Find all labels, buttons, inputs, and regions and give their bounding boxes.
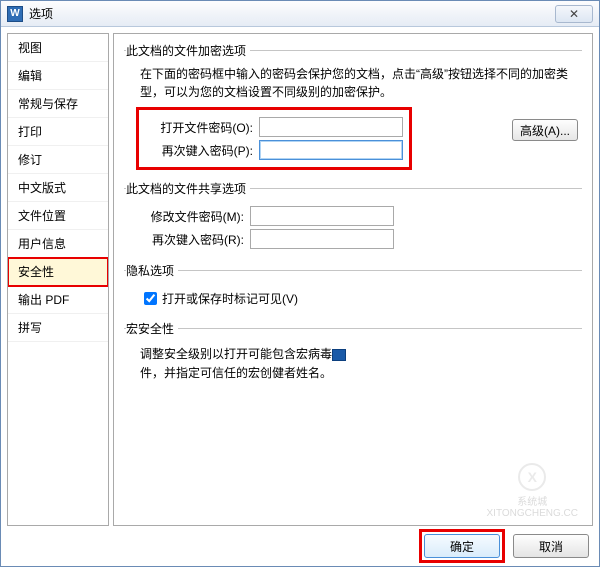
sidebar-item-print[interactable]: 打印 — [8, 118, 108, 146]
sidebar-item-revision[interactable]: 修订 — [8, 146, 108, 174]
cancel-button[interactable]: 取消 — [513, 534, 589, 558]
advanced-button[interactable]: 高级(A)... — [512, 119, 578, 141]
dialog-footer: 确定 取消 — [1, 526, 599, 566]
watermark-brand: 系统城 — [487, 493, 579, 508]
reenter-password-input[interactable] — [259, 140, 403, 160]
sidebar-item-user-info[interactable]: 用户信息 — [8, 230, 108, 258]
reenter-password-label: 再次键入密码(P): — [149, 142, 253, 159]
watermark-icon: X — [518, 463, 546, 491]
open-password-input[interactable] — [259, 117, 403, 137]
modify-password-input[interactable] — [250, 206, 394, 226]
sidebar-item-chinese-layout[interactable]: 中文版式 — [8, 174, 108, 202]
section-share-legend: 此文档的文件共享选项 — [126, 180, 250, 197]
section-privacy-legend: 隐私选项 — [126, 262, 178, 279]
section-macro: 宏安全性 调整安全级别以打开可能包含宏病毒 件，并指定可信任的宏创健者姓名。 — [124, 320, 582, 389]
section-privacy: 隐私选项 打开或保存时标记可见(V) — [124, 262, 582, 312]
sidebar-item-security[interactable]: 安全性 — [8, 258, 108, 286]
app-icon: W — [7, 6, 23, 22]
content-panel: 此文档的文件加密选项 在下面的密码框中输入的密码会保护您的文档，点击“高级”按钮… — [113, 33, 593, 526]
section-encrypt: 此文档的文件加密选项 在下面的密码框中输入的密码会保护您的文档，点击“高级”按钮… — [124, 42, 582, 172]
macro-description: 调整安全级别以打开可能包含宏病毒 件，并指定可信任的宏创健者姓名。 — [126, 343, 580, 387]
sidebar-item-file-location[interactable]: 文件位置 — [8, 202, 108, 230]
visible-marks-label: 打开或保存时标记可见(V) — [162, 290, 298, 307]
macro-security-button-icon[interactable] — [332, 349, 346, 361]
sidebar-item-edit[interactable]: 编辑 — [8, 62, 108, 90]
watermark: X 系统城 XITONGCHENG.CC — [487, 463, 579, 519]
section-encrypt-legend: 此文档的文件加密选项 — [126, 42, 250, 59]
sidebar-item-general-save[interactable]: 常规与保存 — [8, 90, 108, 118]
ok-button[interactable]: 确定 — [424, 534, 500, 558]
titlebar: W 选项 ✕ — [1, 1, 599, 27]
macro-line1: 调整安全级别以打开可能包含宏病毒 — [140, 347, 332, 361]
sidebar-item-view[interactable]: 视图 — [8, 34, 108, 62]
visible-marks-checkbox[interactable] — [144, 292, 157, 305]
modify-password-label: 修改文件密码(M): — [140, 208, 244, 225]
close-icon: ✕ — [569, 7, 579, 21]
section-share: 此文档的文件共享选项 修改文件密码(M): 再次键入密码(R): — [124, 180, 582, 254]
category-sidebar: 视图 编辑 常规与保存 打印 修订 中文版式 文件位置 用户信息 安全性 输出 … — [7, 33, 109, 526]
reenter-modify-password-label: 再次键入密码(R): — [140, 231, 244, 248]
sidebar-item-spelling[interactable]: 拼写 — [8, 314, 108, 342]
close-button[interactable]: ✕ — [555, 5, 593, 23]
section-macro-legend: 宏安全性 — [126, 320, 178, 337]
password-highlight-box: 打开文件密码(O): 再次键入密码(P): — [136, 107, 412, 170]
watermark-url: XITONGCHENG.CC — [487, 508, 579, 519]
window-title: 选项 — [29, 5, 555, 22]
sidebar-item-output-pdf[interactable]: 输出 PDF — [8, 286, 108, 314]
ok-highlight-box: 确定 — [419, 529, 505, 563]
macro-line2: 件，并指定可信任的宏创健者姓名。 — [140, 366, 332, 380]
reenter-modify-password-input[interactable] — [250, 229, 394, 249]
encrypt-description: 在下面的密码框中输入的密码会保护您的文档，点击“高级”按钮选择不同的加密类型，可… — [126, 65, 580, 107]
options-dialog: W 选项 ✕ 视图 编辑 常规与保存 打印 修订 中文版式 文件位置 用户信息 … — [0, 0, 600, 567]
open-password-label: 打开文件密码(O): — [149, 119, 253, 136]
